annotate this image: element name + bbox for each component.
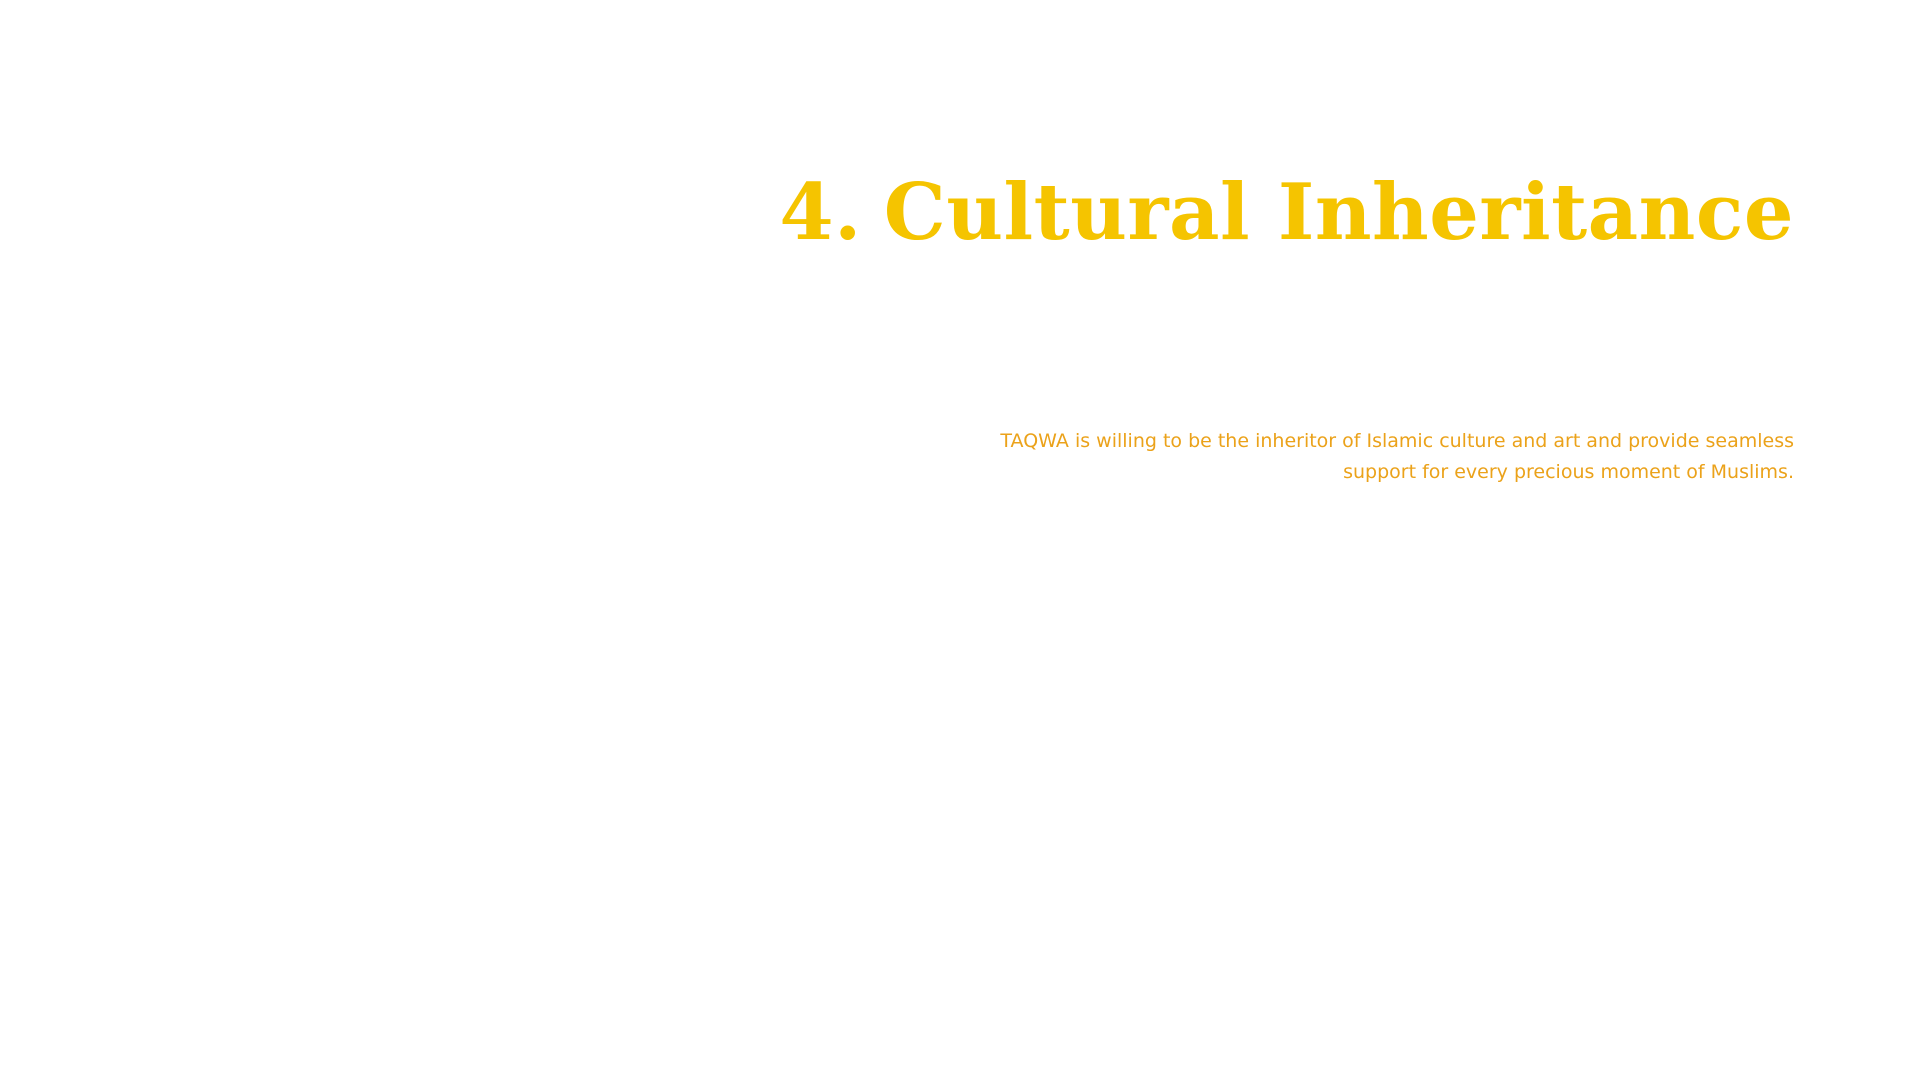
section-number: 4. [779, 167, 862, 258]
section-heading: 4. Cultural Inheritance [779, 165, 1794, 261]
section-description: TAQWA is willing to be the inheritor of … [1000, 430, 1794, 483]
slide-page: 4. Cultural Inheritance TAQWA is willing … [0, 0, 1920, 1080]
section-title: Cultural Inheritance [883, 167, 1794, 258]
